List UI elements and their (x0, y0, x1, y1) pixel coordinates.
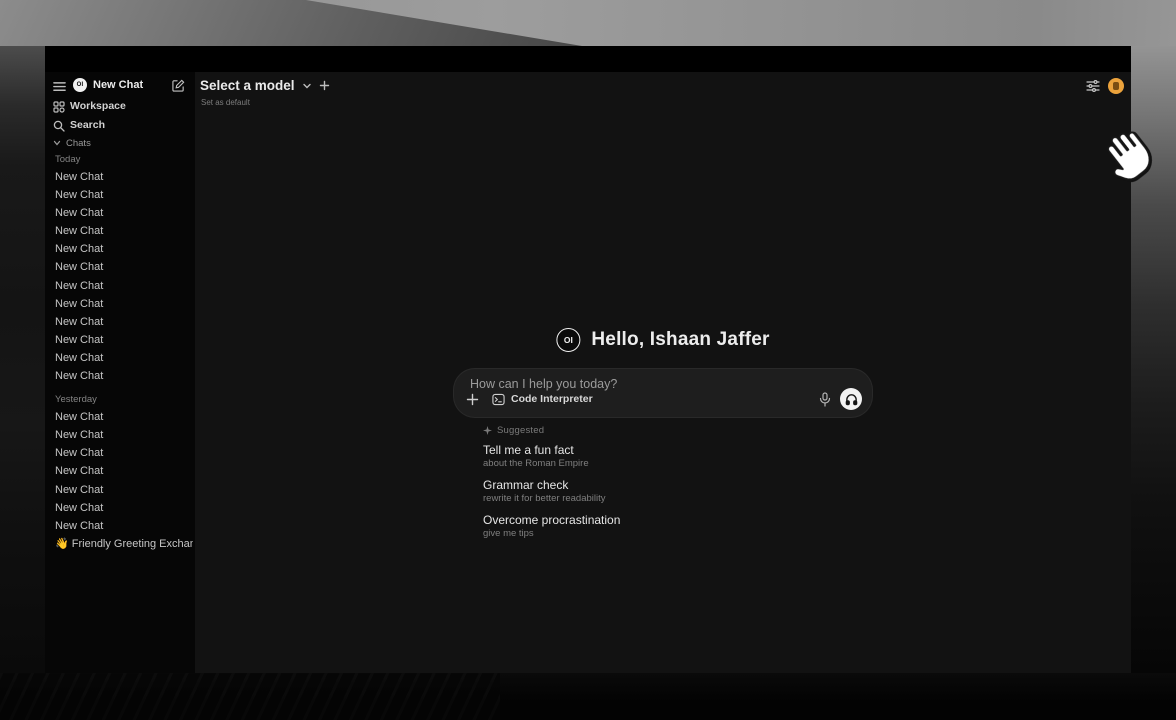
chat-list-item[interactable]: New Chat (53, 222, 193, 240)
suggested-label: Suggested (497, 425, 544, 436)
sidebar-item-workspace[interactable]: Workspace (45, 96, 195, 115)
chat-group-label: Today (53, 152, 193, 168)
message-input-box[interactable]: Code Interpreter (453, 368, 873, 418)
attach-plus-icon[interactable] (466, 393, 479, 406)
sidebar-toggle-icon[interactable] (53, 80, 66, 91)
chat-list-item[interactable]: New Chat (53, 186, 193, 204)
chat-list-item[interactable]: New Chat (53, 295, 193, 313)
model-selector-label: Select a model (200, 78, 295, 93)
sidebar-title: New Chat (93, 79, 143, 91)
model-selector[interactable]: Select a model (200, 78, 330, 93)
chevron-down-icon (53, 139, 61, 147)
suggested-prompt-subtitle: rewrite it for better readability (483, 493, 873, 504)
main-area: Select a model Set as default OI Hello, … (195, 72, 1131, 673)
chat-list-item[interactable]: New Chat (53, 517, 193, 535)
chat-list-item[interactable]: New Chat (53, 408, 193, 426)
suggested-prompt[interactable]: Grammar checkrewrite it for better reada… (483, 478, 873, 504)
suggested-prompt[interactable]: Overcome procrastinationgive me tips (483, 513, 873, 539)
greeting-text: Hello, Ishaan Jaffer (591, 329, 769, 351)
chat-list-item[interactable]: New Chat (53, 204, 193, 222)
settings-sliders-icon[interactable] (1086, 79, 1100, 93)
chats-section-header[interactable]: Chats (53, 134, 193, 152)
desktop-wallpaper-right (1131, 46, 1176, 673)
sidebar-item-label: Workspace (70, 100, 126, 112)
chats-section-label: Chats (66, 138, 91, 149)
microphone-icon[interactable] (819, 392, 831, 407)
voice-call-button[interactable] (840, 388, 862, 410)
workspace-grid-icon (53, 100, 65, 112)
search-icon (53, 119, 65, 131)
chat-group: TodayNew ChatNew ChatNew ChatNew ChatNew… (53, 152, 193, 385)
chat-group: YesterdayNew ChatNew ChatNew ChatNew Cha… (53, 392, 193, 553)
sparkle-icon (483, 426, 492, 435)
chat-list-item[interactable]: New Chat (53, 499, 193, 517)
chat-list-item[interactable]: New Chat (53, 367, 193, 385)
input-actions: Code Interpreter (466, 388, 862, 410)
chat-group-label: Yesterday (53, 392, 193, 408)
chat-list-item[interactable]: 👋 Friendly Greeting Exchange (53, 535, 193, 553)
chat-list-item[interactable]: New Chat (53, 258, 193, 276)
chat-list-item[interactable]: New Chat (53, 426, 193, 444)
suggested-header: Suggested (483, 424, 873, 436)
sidebar-item-label: Search (70, 119, 105, 131)
code-interpreter-toggle[interactable]: Code Interpreter (488, 391, 597, 408)
greeting: OI Hello, Ishaan Jaffer (556, 328, 769, 352)
header-controls (1086, 78, 1124, 94)
code-interpreter-label: Code Interpreter (511, 393, 593, 405)
desktop-wallpaper-texture (0, 673, 500, 720)
headphones-icon (845, 393, 858, 406)
chat-list-item[interactable]: New Chat (53, 313, 193, 331)
chat-list-item[interactable]: New Chat (53, 349, 193, 367)
chevron-down-icon (302, 81, 312, 91)
sidebar-header: OI New Chat (45, 74, 195, 96)
chat-list-item[interactable]: New Chat (53, 481, 193, 499)
chat-list-item[interactable]: New Chat (53, 444, 193, 462)
chat-list-item[interactable]: New Chat (53, 277, 193, 295)
suggested-prompts: Suggested Tell me a fun factabout the Ro… (453, 424, 873, 548)
suggested-prompt[interactable]: Tell me a fun factabout the Roman Empire (483, 443, 873, 469)
suggested-prompt-subtitle: give me tips (483, 528, 873, 539)
sidebar-item-search[interactable]: Search (45, 115, 195, 134)
chat-list-item[interactable]: New Chat (53, 462, 193, 480)
openwebui-window: OI New Chat Workspace (45, 46, 1131, 673)
sidebar: OI New Chat Workspace (45, 72, 195, 673)
suggested-prompt-title: Overcome procrastination (483, 513, 873, 528)
set-as-default-link[interactable]: Set as default (201, 98, 250, 107)
desktop-wallpaper-left (0, 46, 45, 673)
chat-list-item[interactable]: New Chat (53, 331, 193, 349)
app-logo: OI (556, 328, 580, 352)
user-avatar[interactable] (1108, 78, 1124, 94)
chat-groups: TodayNew ChatNew ChatNew ChatNew ChatNew… (53, 152, 193, 553)
suggested-prompt-title: Grammar check (483, 478, 873, 493)
suggested-prompt-subtitle: about the Roman Empire (483, 458, 873, 469)
terminal-icon (492, 393, 505, 406)
chat-list-item[interactable]: New Chat (53, 168, 193, 186)
suggested-items: Tell me a fun factabout the Roman Empire… (483, 443, 873, 539)
app-logo: OI (73, 78, 87, 92)
chat-list: Chats TodayNew ChatNew ChatNew ChatNew C… (53, 134, 193, 673)
window-top-strip (45, 46, 1131, 72)
chat-list-item[interactable]: New Chat (53, 240, 193, 258)
suggested-prompt-title: Tell me a fun fact (483, 443, 873, 458)
add-model-plus-icon[interactable] (319, 80, 330, 91)
new-chat-pencil-icon[interactable] (172, 79, 185, 92)
